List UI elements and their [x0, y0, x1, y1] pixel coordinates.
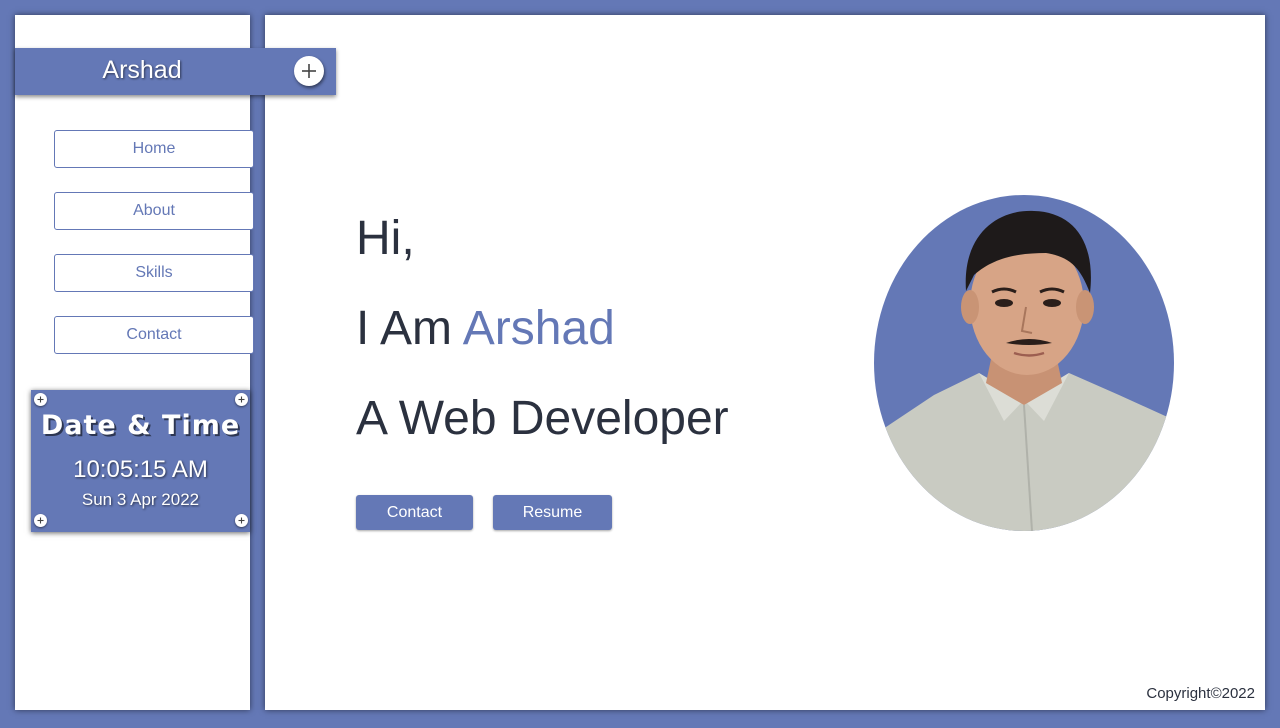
- clock-date: Sun 3 Apr 2022: [81, 490, 200, 509]
- hero-intro-prefix: I Am: [356, 302, 453, 355]
- clock-time: 10:05:15 AM: [73, 456, 208, 483]
- nav-contact-button[interactable]: Contact: [54, 316, 254, 354]
- copyright-text: Copyright©2022: [1146, 685, 1255, 702]
- nav-about-button[interactable]: About: [54, 192, 254, 230]
- contact-button[interactable]: Contact: [356, 495, 473, 530]
- plus-icon: [302, 64, 316, 78]
- brand-bar: Arshad: [15, 48, 336, 95]
- hero-name: Arshad: [462, 302, 615, 355]
- datetime-title: Date & Time: [40, 410, 241, 441]
- brand-name: Arshad: [102, 56, 182, 84]
- hero-greeting: Hi,: [356, 212, 415, 265]
- plus-icon: [235, 514, 248, 527]
- hero-role: A Web Developer: [356, 392, 729, 445]
- sidebar-toggle-button[interactable]: [294, 56, 324, 86]
- plus-icon: [34, 514, 47, 527]
- profile-photo: [874, 195, 1174, 531]
- resume-button[interactable]: Resume: [493, 495, 612, 530]
- datetime-widget: Date & Time 10:05:15 AM Sun 3 Apr 2022: [31, 390, 250, 532]
- nav-home-button[interactable]: Home: [54, 130, 254, 168]
- sidebar: Home About Skills Contact: [15, 15, 254, 710]
- main-panel: Hi, I Am Arshad A Web Developer Contact …: [265, 15, 1265, 710]
- hero-intro: I Am Arshad: [356, 301, 615, 356]
- nav-skills-button[interactable]: Skills: [54, 254, 254, 292]
- plus-icon: [34, 393, 47, 406]
- plus-icon: [235, 393, 248, 406]
